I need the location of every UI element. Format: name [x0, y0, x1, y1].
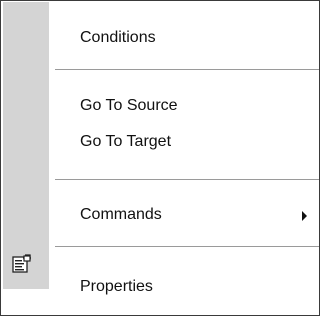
- menu-separator: [55, 69, 319, 71]
- menu-separator: [55, 246, 319, 248]
- menu-item-go-to-target[interactable]: Go To Target: [49, 128, 319, 156]
- menu-icon-gutter: [3, 2, 49, 289]
- menu-item-label: Go To Source: [80, 97, 178, 114]
- menu-item-label: Conditions: [80, 29, 156, 46]
- properties-icon: [11, 254, 33, 274]
- menu-item-commands[interactable]: Commands: [49, 201, 319, 229]
- menu-item-conditions[interactable]: Conditions: [49, 24, 319, 52]
- menu-item-label: Properties: [80, 278, 153, 295]
- menu-item-label: Go To Target: [80, 133, 172, 150]
- context-menu: Conditions Go To Source Go To Target Com…: [0, 0, 320, 316]
- menu-item-label: Commands: [80, 206, 162, 223]
- menu-item-properties[interactable]: Properties: [49, 273, 319, 301]
- submenu-arrow-icon: [302, 211, 307, 221]
- menu-item-go-to-source[interactable]: Go To Source: [49, 92, 319, 120]
- menu-separator: [55, 179, 319, 181]
